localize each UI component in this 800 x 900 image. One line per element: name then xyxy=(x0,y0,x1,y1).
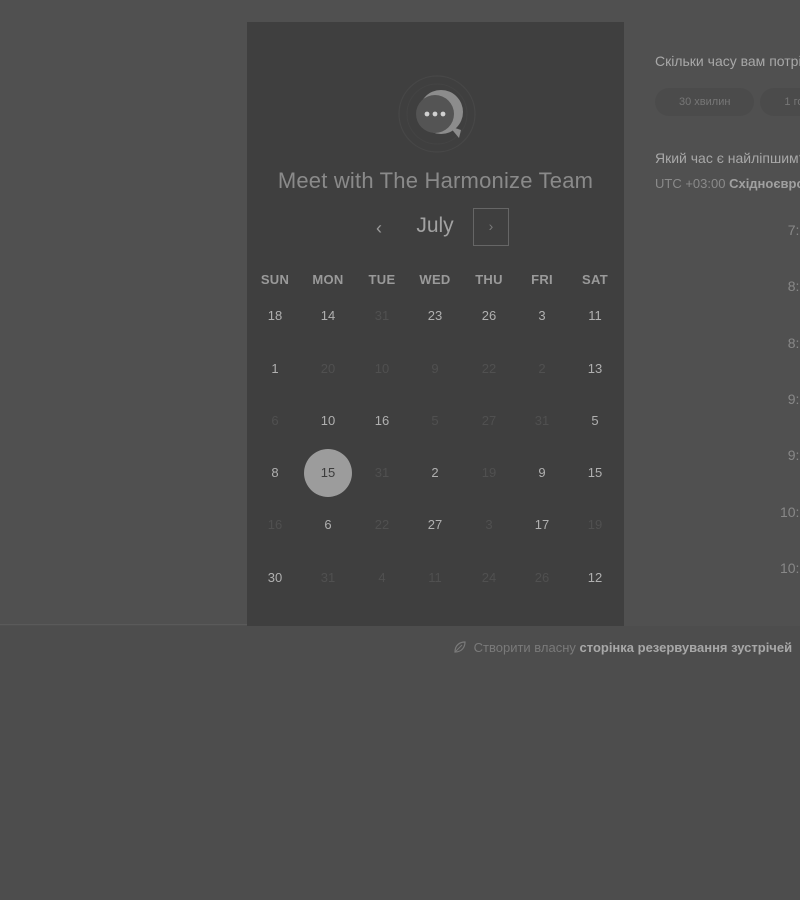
timezone-label[interactable]: UTC +03:00 Східноєвропейський час xyxy=(655,176,800,191)
calendar-day: 27 xyxy=(481,413,497,428)
time-slot[interactable]: 10:30 xyxy=(695,560,800,576)
booking-panel: Скільки часу вам потрібно? 30 хвилин1 го… xyxy=(655,0,800,640)
calendar-day[interactable]: 18 xyxy=(251,292,299,340)
month-navigation: ‹ July › xyxy=(247,208,624,248)
time-slot[interactable]: 8:00 xyxy=(695,278,800,294)
calendar-day[interactable]: 8 xyxy=(251,449,299,497)
calendar-panel: Meet with The Harmonize Team ‹ July › SU… xyxy=(247,22,624,626)
calendar-day[interactable]: 6 xyxy=(304,501,352,549)
month-label: July xyxy=(416,214,454,237)
footer-promo: Створити власну сторінка резервування зу… xyxy=(453,640,792,655)
selected-day[interactable]: 15 xyxy=(304,449,352,497)
calendar-day: 31 xyxy=(534,413,550,428)
prev-month-button[interactable]: ‹ xyxy=(368,212,390,244)
duration-question: Скільки часу вам потрібно? xyxy=(655,53,800,69)
calendar-day: 5 xyxy=(431,413,439,428)
weekday-header: SUN MON TUE WED THU FRI SAT xyxy=(247,272,624,292)
chat-bubble-logo-icon xyxy=(397,74,477,154)
calendar-day: 10 xyxy=(374,361,390,376)
calendar-day: 22 xyxy=(481,361,497,376)
calendar-day[interactable]: 15 xyxy=(571,449,619,497)
calendar-day[interactable]: 26 xyxy=(465,292,513,340)
timezone-offset: UTC +03:00 xyxy=(655,176,726,191)
calendar-day: 22 xyxy=(374,517,390,532)
divider xyxy=(0,624,247,625)
calendar-day[interactable]: 11 xyxy=(571,292,619,340)
calendar-day: 20 xyxy=(320,361,336,376)
calendar-day: 19 xyxy=(481,465,497,480)
calendar-day[interactable]: 17 xyxy=(518,501,566,549)
timezone-name: Східноєвропейський час xyxy=(729,176,800,191)
footer-link[interactable]: сторінка резервування зустрічей xyxy=(580,640,793,655)
calendar-day: 2 xyxy=(538,361,546,376)
next-month-button[interactable]: › xyxy=(473,208,509,246)
calendar-day: 6 xyxy=(271,413,279,428)
calendar-day: 31 xyxy=(374,308,390,323)
calendar-day[interactable]: 10 xyxy=(304,397,352,445)
time-slot[interactable]: 10:00 xyxy=(695,504,800,520)
leaf-icon xyxy=(453,640,467,654)
duration-option-1h[interactable]: 1 година xyxy=(760,88,800,116)
weekday-mon: MON xyxy=(312,272,344,287)
time-slot[interactable]: 9:30 xyxy=(695,447,800,463)
calendar-day[interactable]: 3 xyxy=(518,292,566,340)
weekday-fri: FRI xyxy=(531,272,553,287)
weekday-sat: SAT xyxy=(582,272,608,287)
calendar-day: 3 xyxy=(485,517,493,532)
calendar-title: Meet with The Harmonize Team xyxy=(277,168,594,193)
time-slot[interactable]: 7:30 xyxy=(695,222,800,238)
calendar-day: 31 xyxy=(374,465,390,480)
calendar-day[interactable]: 5 xyxy=(571,397,619,445)
calendar-day[interactable]: 13 xyxy=(571,345,619,393)
weekday-tue: TUE xyxy=(368,272,396,287)
calendar-day: 19 xyxy=(587,517,603,532)
calendar-day[interactable]: 2 xyxy=(411,449,459,497)
calendar-day[interactable]: 12 xyxy=(571,554,619,602)
calendar-day: 4 xyxy=(378,570,386,585)
weekday-sun: SUN xyxy=(260,272,290,287)
calendar-day[interactable]: 9 xyxy=(518,449,566,497)
time-slot[interactable]: 8:30 xyxy=(695,335,800,351)
duration-options: 30 хвилин1 година xyxy=(655,88,800,116)
calendar-day: 31 xyxy=(320,570,336,585)
calendar-day[interactable]: 23 xyxy=(411,292,459,340)
calendar-day: 16 xyxy=(267,517,283,532)
calendar-day: 26 xyxy=(534,570,550,585)
calendar-day[interactable]: 30 xyxy=(251,554,299,602)
calendar-day[interactable]: 14 xyxy=(304,292,352,340)
duration-option-30min[interactable]: 30 хвилин xyxy=(655,88,755,116)
footer-prefix: Створити власну xyxy=(473,640,576,655)
calendar-day: 9 xyxy=(431,361,439,376)
time-slot[interactable]: 9:00 xyxy=(695,391,800,407)
calendar-day: 11 xyxy=(428,570,442,585)
calendar-day[interactable]: 1 xyxy=(251,345,299,393)
time-question: Який час є найліпшим? xyxy=(655,150,800,166)
calendar-day[interactable]: 27 xyxy=(411,501,459,549)
weekday-wed: WED xyxy=(419,272,451,287)
calendar-day: 24 xyxy=(481,570,497,585)
calendar-day[interactable]: 16 xyxy=(358,397,406,445)
weekday-thu: THU xyxy=(475,272,503,287)
